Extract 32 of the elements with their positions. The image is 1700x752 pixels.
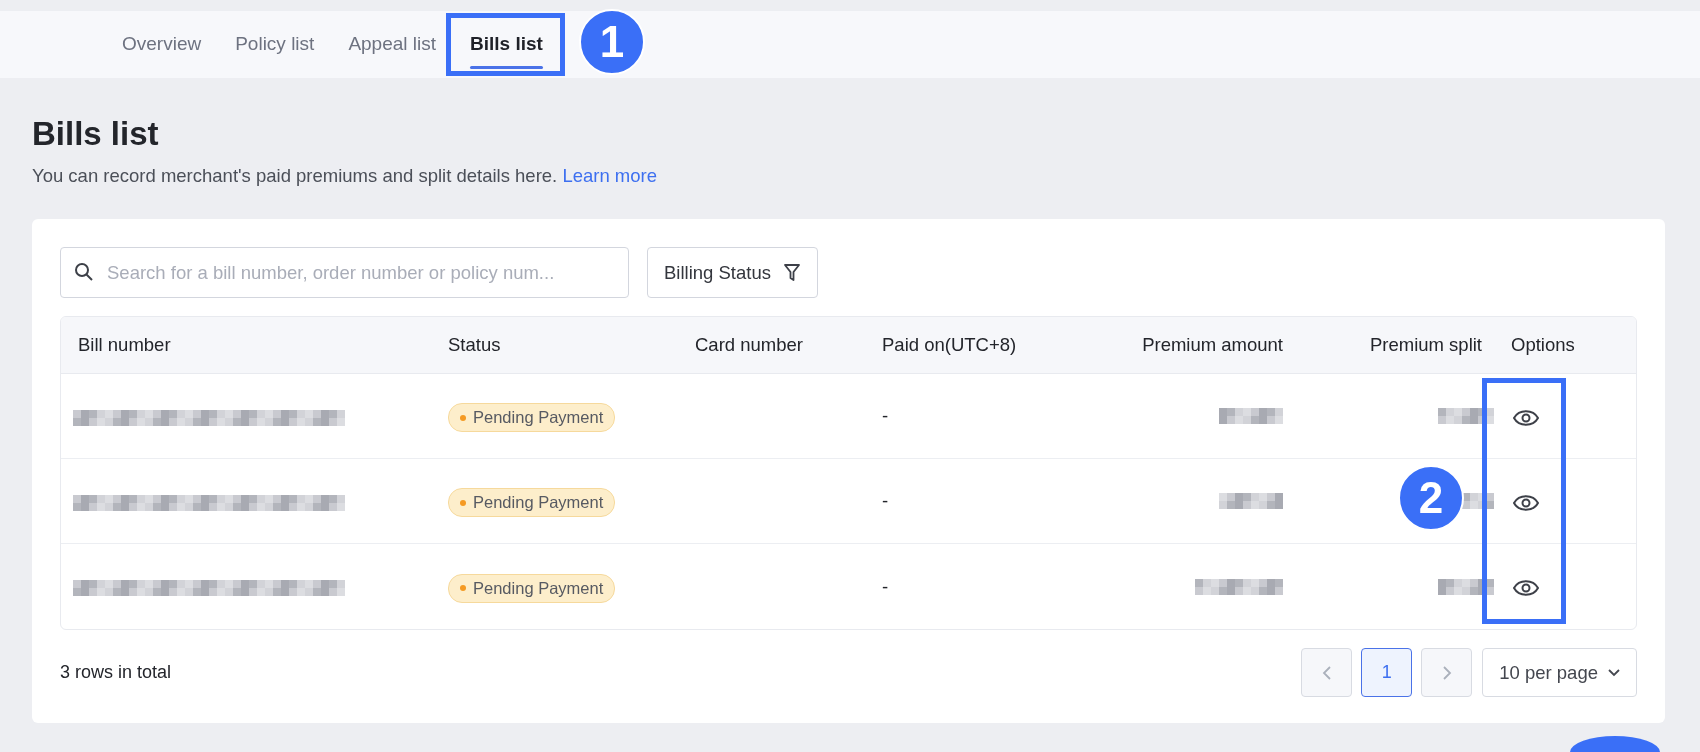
search-field[interactable]: Search for a bill number, order number or policy num...: [60, 247, 629, 299]
table-cell: -: [882, 575, 889, 597]
learn-more-link[interactable]: Learn more: [562, 164, 657, 186]
page-title: Bills list: [32, 114, 160, 154]
nav-tab[interactable]: Bills list: [456, 11, 557, 78]
nav-tab[interactable]: Appeal list: [334, 11, 451, 78]
page-button[interactable]: 1: [1361, 648, 1413, 698]
per-page-select[interactable]: 10 per page: [1482, 648, 1637, 698]
eye-icon: [1513, 579, 1539, 598]
chevron-down-icon: [1608, 668, 1620, 677]
row-total: 3 rows in total: [60, 661, 172, 685]
table-cell: -: [882, 405, 889, 427]
column-header: Card number: [694, 333, 804, 358]
table-cell: -: [882, 490, 889, 512]
column-header: Premium split: [1368, 333, 1483, 358]
column-header: Status: [447, 333, 502, 358]
eye-icon: [1513, 408, 1539, 427]
eye-icon: [1513, 493, 1539, 512]
column-header: Options: [1510, 333, 1576, 358]
nav-tab[interactable]: Overview: [108, 11, 216, 78]
nav-tab[interactable]: Policy list: [221, 11, 329, 78]
status-badge: Pending Payment: [448, 573, 616, 603]
column-header: Bill number: [77, 333, 172, 358]
column-header: Premium amount: [1141, 333, 1284, 358]
column-header: Paid on(UTC+8): [881, 333, 1018, 358]
page-description: You can record merchant's paid premiums and split details here. Learn more: [32, 163, 658, 188]
chevron-left-icon: [1321, 664, 1332, 681]
status-badge: Pending Payment: [448, 403, 616, 433]
filter-icon: [782, 262, 801, 283]
billing-status-filter[interactable]: Billing Status: [647, 247, 818, 299]
chevron-right-icon: [1441, 664, 1452, 681]
status-badge: Pending Payment: [448, 488, 616, 518]
